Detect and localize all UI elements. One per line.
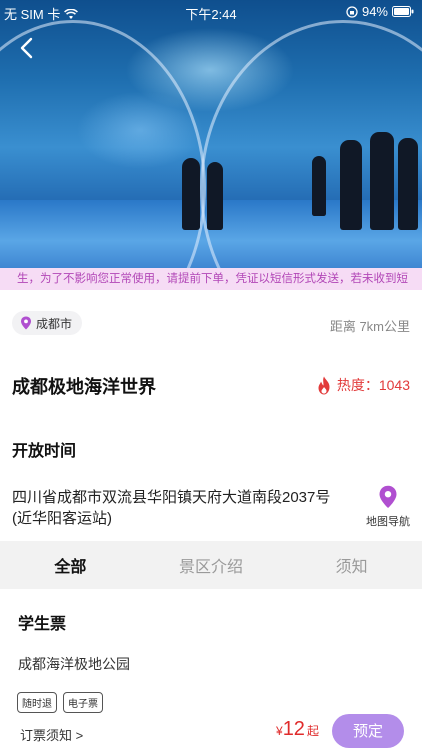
heat-indicator: 热度：1043 [316, 375, 410, 395]
tag-refund-anytime: 随时退 [17, 692, 57, 713]
map-pin-icon [379, 485, 397, 508]
flame-icon [318, 376, 330, 394]
status-bar: 无 SIM 卡 下午2:44 94% [0, 0, 422, 24]
tab-notice[interactable]: 须知 [281, 553, 422, 577]
ticket-product-name: 成都海洋极地公园 [18, 656, 130, 672]
attraction-title: 成都极地海洋世界 [12, 377, 156, 397]
hero-image [0, 0, 422, 268]
booking-notes-link[interactable]: 订票须知 > [20, 725, 83, 744]
back-button[interactable] [12, 34, 40, 62]
price-value: 12 [282, 718, 305, 740]
tag-e-ticket: 电子票 [63, 692, 103, 713]
heat-label: 热度：1043 [336, 377, 410, 393]
visitor-figure [312, 156, 326, 216]
tab-bar: 全部 景区介绍 须知 [0, 541, 422, 589]
book-button[interactable]: 预定 [332, 714, 404, 748]
map-navigation-button[interactable]: 地图导航 [364, 485, 412, 529]
price-currency: ¥ [276, 724, 283, 738]
price-suffix: 起 [306, 724, 319, 738]
tab-scenic-intro[interactable]: 景区介绍 [141, 553, 282, 577]
visitor-figure [370, 132, 394, 230]
address-text: 四川省成都市双流县华阳镇天府大道南段2037号 (近华阳客运站) [12, 489, 331, 527]
ticket-category-title: 学生票 [18, 616, 67, 633]
visitor-figure [340, 140, 362, 230]
open-time-heading: 开放时间 [12, 443, 77, 460]
battery-icon [392, 6, 414, 17]
city-label: 成都市 [36, 316, 73, 331]
notice-banner: 生，为了不影响您正常使用，请提前下单，凭证以短信形式发送，若未收到短 [0, 268, 422, 290]
visitor-figure [207, 162, 223, 230]
visitor-figure [398, 138, 418, 230]
map-navigation-label: 地图导航 [366, 516, 410, 528]
visitor-figure [182, 158, 200, 230]
battery-percent: 94% [361, 4, 388, 19]
chevron-left-icon [20, 37, 33, 59]
ticket-price: ¥ 12 起 [276, 718, 319, 741]
tab-all[interactable]: 全部 [0, 553, 141, 577]
location-pin-icon [21, 316, 31, 330]
city-chip[interactable]: 成都市 [12, 311, 83, 335]
status-right: 94% [346, 4, 414, 19]
orientation-lock-icon [346, 5, 358, 18]
distance-label: 距离 7km公里 [329, 319, 410, 334]
ticket-tags: 随时退 电子票 [17, 692, 103, 713]
